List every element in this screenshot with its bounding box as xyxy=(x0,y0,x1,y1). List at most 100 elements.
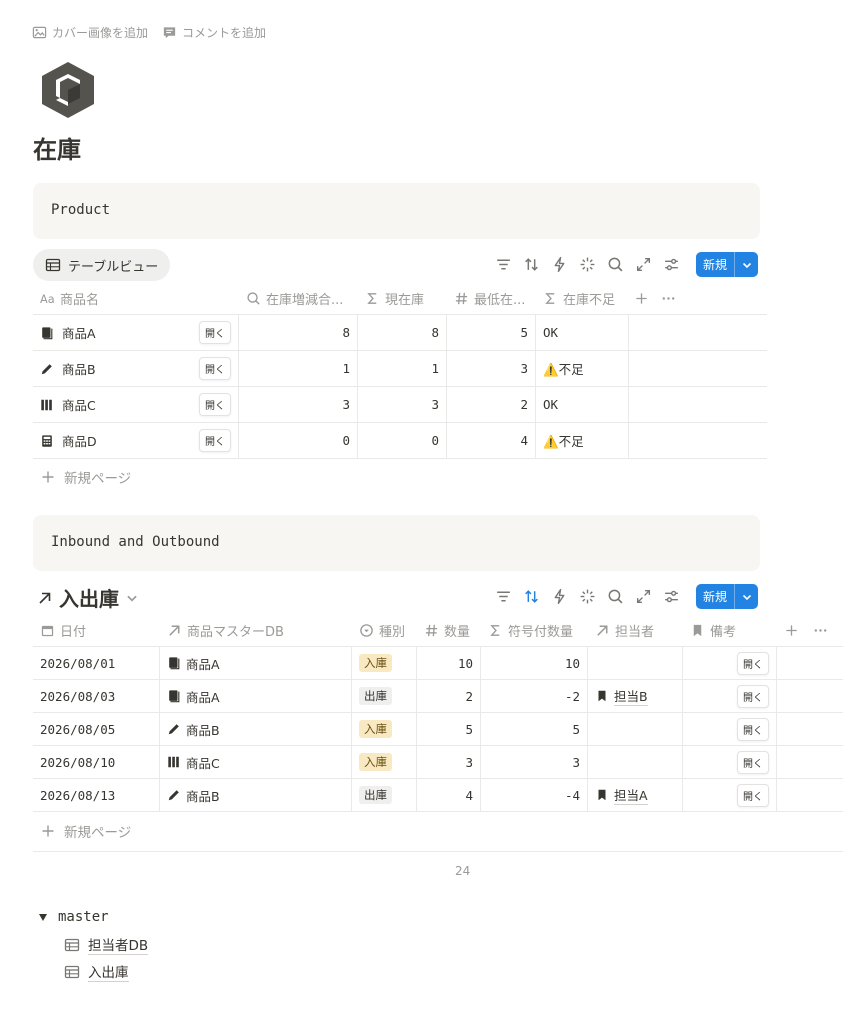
shortage-cell[interactable]: OK xyxy=(536,315,629,350)
table-row[interactable]: 商品A 開く 8 8 5 OK xyxy=(33,314,767,350)
product-link[interactable]: 商品C xyxy=(186,753,220,772)
shortage-cell[interactable]: ⚠️不足 xyxy=(536,351,629,386)
qty-cell[interactable]: 5 xyxy=(417,713,481,745)
stock-cell[interactable]: 1 xyxy=(358,351,447,386)
notes-cell[interactable]: 開く xyxy=(683,779,777,811)
date-cell[interactable]: 2026/08/13 xyxy=(33,779,160,811)
add-cover-button[interactable]: カバー画像を追加 xyxy=(32,24,148,41)
product-new-page-button[interactable]: 新規ページ xyxy=(40,467,131,487)
toggle-block-master[interactable]: master xyxy=(38,909,109,925)
product-relation-cell[interactable]: 商品C xyxy=(160,746,352,778)
min-stock-cell[interactable]: 2 xyxy=(447,387,536,422)
triangle-down-icon[interactable] xyxy=(38,912,48,922)
notes-cell[interactable]: 開く xyxy=(683,647,777,679)
shortage-cell[interactable]: ⚠️不足 xyxy=(536,423,629,458)
link-inout-db[interactable]: 入出庫 xyxy=(64,961,129,982)
link-person-db[interactable]: 担当者DB xyxy=(64,934,149,955)
column-header-product[interactable]: 商品マスターDB xyxy=(160,621,352,640)
person-link[interactable]: 担当A xyxy=(614,785,648,805)
open-button[interactable]: 開く xyxy=(199,393,231,416)
table-row[interactable]: 商品D 開く 0 0 4 ⚠️不足 xyxy=(33,422,767,458)
qty-cell[interactable]: 3 xyxy=(417,746,481,778)
new-button-label[interactable]: 新規 xyxy=(696,584,734,609)
column-header-date[interactable]: 日付 xyxy=(33,621,160,640)
signed-qty-cell[interactable]: -2 xyxy=(481,680,588,712)
product-relation-cell[interactable]: 商品B xyxy=(160,713,352,745)
stock-cell[interactable]: 0 xyxy=(358,423,447,458)
signed-qty-cell[interactable]: 5 xyxy=(481,713,588,745)
table-row[interactable]: 2026/08/13 商品B 出庫 4 -4 担当A 開く xyxy=(33,778,843,811)
product-relation-cell[interactable]: 商品A xyxy=(160,647,352,679)
automation-button[interactable] xyxy=(550,256,568,274)
product-link[interactable]: 商品A xyxy=(186,687,220,706)
open-button[interactable]: 開く xyxy=(737,750,769,774)
notes-cell[interactable]: 開く xyxy=(683,746,777,778)
type-cell[interactable]: 出庫 xyxy=(352,779,417,811)
sort-button[interactable] xyxy=(522,588,540,606)
product-name-cell[interactable]: 商品A 開く xyxy=(33,315,239,350)
new-button[interactable]: 新規 xyxy=(696,252,759,277)
sort-button[interactable] xyxy=(522,256,540,274)
date-cell[interactable]: 2026/08/05 xyxy=(33,713,160,745)
more-options-button[interactable] xyxy=(653,291,683,306)
product-code-block[interactable]: Product xyxy=(33,183,760,239)
open-button[interactable]: 開く xyxy=(737,717,769,741)
open-button[interactable]: 開く xyxy=(737,783,769,807)
new-dropdown-button[interactable] xyxy=(734,584,758,609)
product-name-cell[interactable]: 商品D 開く xyxy=(33,423,239,458)
column-header-name[interactable]: Aa 商品名 xyxy=(33,289,239,308)
inout-new-page-button[interactable]: 新規ページ xyxy=(40,821,131,841)
qty-cell[interactable]: 2 xyxy=(417,680,481,712)
signed-qty-cell[interactable]: 10 xyxy=(481,647,588,679)
table-row[interactable]: 2026/08/05 商品B 入庫 5 5 開く xyxy=(33,712,843,745)
column-header-stock[interactable]: 現在庫 xyxy=(358,289,447,308)
add-comment-button[interactable]: コメントを追加 xyxy=(162,24,266,41)
open-button[interactable]: 開く xyxy=(199,357,231,380)
open-button[interactable]: 開く xyxy=(199,429,231,452)
table-row[interactable]: 2026/08/01 商品A 入庫 10 10 開く xyxy=(33,646,843,679)
settings-button[interactable] xyxy=(662,588,680,606)
table-row[interactable]: 2026/08/03 商品A 出庫 2 -2 担当B 開く xyxy=(33,679,843,712)
new-dropdown-button[interactable] xyxy=(734,252,758,277)
open-button[interactable]: 開く xyxy=(737,651,769,675)
table-row[interactable]: 商品B 開く 1 1 3 ⚠️不足 xyxy=(33,350,767,386)
qty-cell[interactable]: 4 xyxy=(417,779,481,811)
stock-cell[interactable]: 3 xyxy=(358,387,447,422)
column-header-shortage[interactable]: 在庫不足 xyxy=(536,289,629,308)
person-cell[interactable]: 担当A xyxy=(588,779,683,811)
delta-cell[interactable]: 0 xyxy=(239,423,358,458)
row-count[interactable]: 24 xyxy=(455,864,470,878)
filter-button[interactable] xyxy=(494,588,512,606)
product-name-cell[interactable]: 商品B 開く xyxy=(33,351,239,386)
expand-button[interactable] xyxy=(634,256,652,274)
person-cell[interactable] xyxy=(588,713,683,745)
stock-cell[interactable]: 8 xyxy=(358,315,447,350)
open-button[interactable]: 開く xyxy=(737,684,769,708)
table-row[interactable]: 2026/08/10 商品C 入庫 3 3 開く xyxy=(33,745,843,778)
type-cell[interactable]: 出庫 xyxy=(352,680,417,712)
person-cell[interactable] xyxy=(588,647,683,679)
inout-code-block[interactable]: Inbound and Outbound xyxy=(33,515,760,571)
tab-table-view[interactable]: テーブルビュー xyxy=(33,249,171,281)
date-cell[interactable]: 2026/08/01 xyxy=(33,647,160,679)
product-link[interactable]: 商品A xyxy=(186,654,220,673)
automation-button[interactable] xyxy=(550,588,568,606)
notes-cell[interactable]: 開く xyxy=(683,713,777,745)
add-column-button[interactable] xyxy=(629,291,653,306)
ai-button[interactable] xyxy=(578,256,596,274)
add-column-button[interactable] xyxy=(777,623,805,638)
column-header-delta[interactable]: 在庫増減合... xyxy=(239,289,358,308)
column-header-type[interactable]: 種別 xyxy=(352,621,417,640)
table-row[interactable]: 商品C 開く 3 3 2 OK xyxy=(33,386,767,422)
person-cell[interactable] xyxy=(588,746,683,778)
inout-view-title[interactable]: 入出庫 xyxy=(37,583,139,612)
ai-button[interactable] xyxy=(578,588,596,606)
date-cell[interactable]: 2026/08/03 xyxy=(33,680,160,712)
qty-cell[interactable]: 10 xyxy=(417,647,481,679)
open-button[interactable]: 開く xyxy=(199,321,231,344)
column-header-qty[interactable]: 数量 xyxy=(417,621,481,640)
type-cell[interactable]: 入庫 xyxy=(352,713,417,745)
signed-qty-cell[interactable]: -4 xyxy=(481,779,588,811)
delta-cell[interactable]: 8 xyxy=(239,315,358,350)
product-relation-cell[interactable]: 商品A xyxy=(160,680,352,712)
